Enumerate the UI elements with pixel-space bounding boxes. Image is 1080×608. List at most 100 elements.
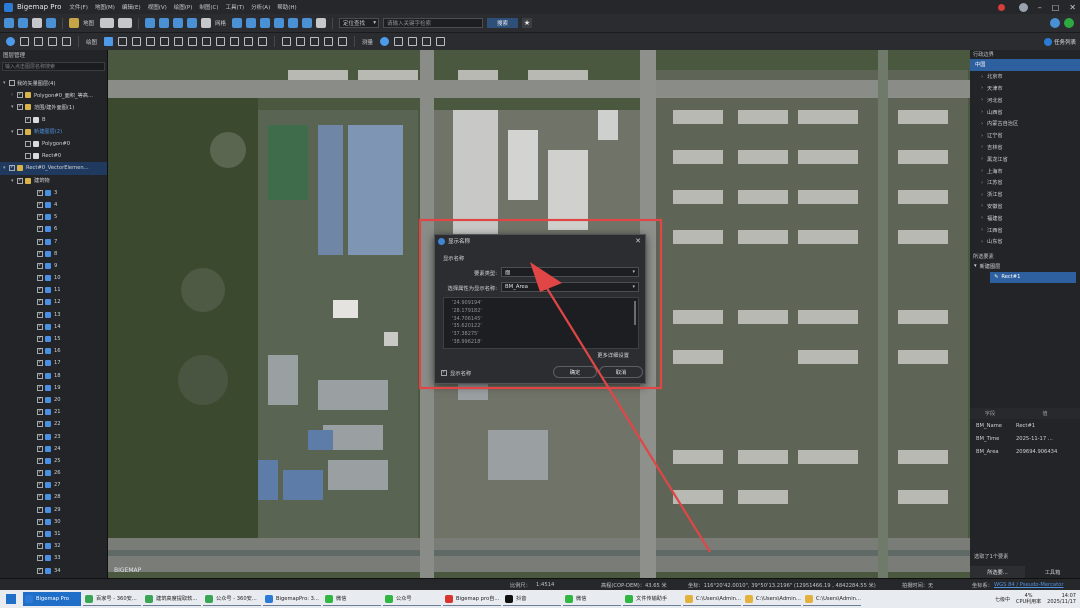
triangle-icon[interactable] — [202, 37, 212, 46]
building-feature-item[interactable]: ✓ 7 — [0, 235, 107, 247]
menu-item[interactable]: 帮助(H) — [277, 3, 296, 11]
feature-checkbox[interactable]: ✓ — [37, 311, 43, 318]
region-item[interactable]: › 山东省 — [970, 236, 1080, 248]
feature-checkbox[interactable]: ✓ — [37, 445, 43, 452]
map-layer-icon[interactable] — [118, 18, 133, 28]
box-select-icon[interactable] — [48, 37, 57, 46]
feature-checkbox[interactable]: ✓ — [37, 543, 43, 550]
folder-open-icon[interactable] — [4, 18, 14, 28]
taskbar-app[interactable]: 抖音 — [503, 592, 561, 606]
taskbar-app[interactable]: Bigemap Pro — [23, 592, 81, 606]
taskbar-app[interactable]: 公众号 — [383, 592, 441, 606]
search-mode-select[interactable]: 定位查找 ▾ — [339, 18, 380, 28]
layer-tree-item[interactable]: › ✓ Polygon#0_面积_等高... — [0, 89, 107, 101]
maximize-icon[interactable]: □ — [1052, 3, 1060, 12]
feature-checkbox[interactable]: ✓ — [37, 250, 43, 257]
edit-icon[interactable] — [216, 37, 226, 46]
taskbar-app[interactable]: C:\Users\Admin... — [743, 592, 801, 606]
rotate-icon[interactable] — [173, 18, 184, 28]
image-icon[interactable] — [302, 18, 313, 28]
building-feature-item[interactable]: ✓ 18 — [0, 370, 107, 382]
feature-checkbox[interactable]: ✓ — [37, 506, 43, 513]
feature-checkbox[interactable]: ✓ — [37, 360, 43, 367]
tab-selected-features[interactable]: 所选要... — [970, 566, 1025, 578]
selected-group[interactable]: ▾ 新建图层 — [970, 261, 1080, 272]
layer-checkbox[interactable]: ✓ — [17, 92, 23, 99]
feature-checkbox[interactable]: ✓ — [37, 396, 43, 403]
region-item[interactable]: › 浙江省 — [970, 189, 1080, 201]
undo-icon[interactable] — [282, 37, 292, 46]
save-icon[interactable] — [18, 18, 28, 28]
layer-checkbox[interactable]: ✓ — [17, 104, 23, 111]
online-icon[interactable] — [1064, 18, 1074, 28]
region-item[interactable]: › 河北省 — [970, 94, 1080, 106]
line-icon[interactable] — [132, 37, 142, 46]
building-feature-item[interactable]: ✓ 19 — [0, 382, 107, 394]
building-feature-item[interactable]: ✓ 29 — [0, 504, 107, 516]
menu-item[interactable]: 制图(C) — [199, 3, 218, 11]
notification-icon[interactable] — [997, 3, 1005, 11]
building-feature-item[interactable]: ✓ 6 — [0, 223, 107, 235]
building-feature-item[interactable]: ✓ 31 — [0, 528, 107, 540]
layer-checkbox[interactable]: ✓ — [25, 116, 31, 123]
building-feature-item[interactable]: ✓ 21 — [0, 406, 107, 418]
layer-checkbox[interactable] — [25, 153, 31, 160]
building-feature-item[interactable]: ✓ 4 — [0, 199, 107, 211]
layer-tree-item[interactable]: ▾ ✓ 建筑物 — [0, 175, 107, 187]
scale-value[interactable]: 1:4514 — [536, 582, 554, 588]
redo-icon[interactable] — [296, 37, 306, 46]
feature-checkbox[interactable]: ✓ — [37, 409, 43, 416]
feature-checkbox[interactable]: ✓ — [37, 287, 43, 294]
layer-tree-item[interactable]: ▾ ✓ Rect#0_VectorElemen... — [0, 162, 107, 175]
arrow-tool-icon[interactable] — [244, 37, 254, 46]
feature-checkbox[interactable]: ✓ — [37, 262, 43, 269]
taskbar-app[interactable]: C:\Users\Admin... — [803, 592, 861, 606]
feature-checkbox[interactable]: ✓ — [37, 531, 43, 538]
building-feature-item[interactable]: ✓ 14 — [0, 321, 107, 333]
building-feature-item[interactable]: ✓ 13 — [0, 309, 107, 321]
region-item[interactable]: › 江西省 — [970, 224, 1080, 236]
angle-icon[interactable] — [422, 37, 432, 46]
scrollbar[interactable] — [634, 301, 636, 325]
building-feature-item[interactable]: ✓ 10 — [0, 272, 107, 284]
feature-checkbox[interactable]: ✓ — [37, 275, 43, 282]
layer-checkbox[interactable] — [17, 128, 23, 135]
feature-checkbox[interactable]: ✓ — [37, 348, 43, 355]
search-input[interactable]: 请输入关键字检索 — [383, 18, 484, 28]
menu-item[interactable]: 文件(F) — [69, 3, 87, 11]
show-name-checkbox[interactable]: ✓ 显示名称 — [441, 369, 471, 377]
cpu-monitor[interactable]: 4% CPU利用率 — [1016, 593, 1041, 605]
star-icon[interactable]: ★ — [522, 18, 533, 28]
cancel-button[interactable]: 取消 — [599, 366, 643, 378]
crs-link[interactable]: WGS 84 / Pseudo-Mercator — [994, 582, 1063, 588]
circle-icon[interactable] — [188, 37, 198, 46]
windows-start-icon[interactable] — [6, 594, 16, 604]
polygon-icon[interactable] — [174, 37, 184, 46]
building-feature-item[interactable]: ✓ 11 — [0, 284, 107, 296]
taskbar-app[interactable]: 微信 — [323, 592, 381, 606]
building-feature-item[interactable]: ✓ 30 — [0, 516, 107, 528]
taskbar-app[interactable]: Bigemap pro自... — [443, 592, 501, 606]
taskbar-app[interactable]: 公众号 - 360安... — [203, 592, 261, 606]
layer-checkbox[interactable]: ✓ — [17, 177, 23, 184]
building-feature-item[interactable]: ✓ 25 — [0, 455, 107, 467]
region-item[interactable]: › 上海市 — [970, 165, 1080, 177]
building-feature-item[interactable]: ✓ 5 — [0, 211, 107, 223]
feature-checkbox[interactable]: ✓ — [37, 567, 43, 574]
rotate-tool-icon[interactable] — [258, 37, 268, 46]
feature-checkbox[interactable]: ✓ — [37, 433, 43, 440]
region-item[interactable]: 中国 — [970, 59, 1080, 71]
feature-checkbox[interactable]: ✓ — [37, 372, 43, 379]
region-item[interactable]: › 辽宁省 — [970, 130, 1080, 142]
map-style-icon[interactable] — [100, 18, 115, 28]
menu-item[interactable]: 视图(V) — [148, 3, 167, 11]
region-item[interactable]: › 山西省 — [970, 106, 1080, 118]
building-feature-item[interactable]: ✓ 12 — [0, 296, 107, 308]
menu-item[interactable]: 工具(T) — [226, 3, 245, 11]
clock[interactable]: 14:07 2025/11/17 — [1047, 593, 1076, 605]
fit-icon[interactable] — [201, 18, 212, 28]
measure-area-icon[interactable] — [408, 37, 418, 46]
building-feature-item[interactable]: ✓ 27 — [0, 479, 107, 491]
globe-icon[interactable] — [187, 18, 198, 28]
building-feature-item[interactable]: ✓ 34 — [0, 565, 107, 577]
